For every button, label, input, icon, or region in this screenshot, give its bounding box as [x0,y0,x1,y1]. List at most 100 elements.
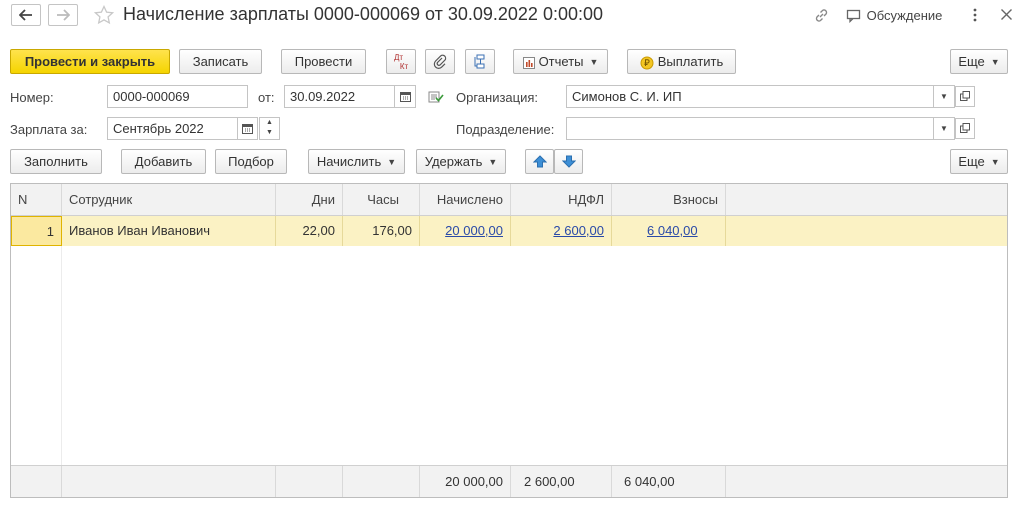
pick-button[interactable]: Подбор [215,149,287,174]
cell-accrued[interactable]: 20 000,00 [420,216,511,246]
reports-button[interactable]: Отчеты ▼ [513,49,608,74]
post-button[interactable]: Провести [281,49,366,74]
open-window-icon [960,123,970,133]
footer-cell-n [11,466,62,497]
accrue-button[interactable]: Начислить ▼ [308,149,405,174]
calendar-icon [399,92,411,102]
dt-kt-button[interactable]: Дт Кт [386,49,416,74]
cell-hours[interactable]: 176,00 [343,216,420,246]
arrow-left-icon [18,9,32,21]
cell-ndfl[interactable]: 2 600,00 [511,216,612,246]
post-and-close-button[interactable]: Провести и закрыть [10,49,170,74]
cell-days[interactable]: 22,00 [276,216,343,246]
reports-label: Отчеты [538,54,584,69]
chevron-down-icon: ▼ [990,157,1000,168]
hierarchy-icon [474,54,484,69]
chevron-down-icon: ▼ [940,92,948,101]
more-button[interactable]: Еще ▼ [950,49,1008,74]
employees-table[interactable]: N Сотрудник Дни Часы Начислено НДФЛ Взно… [10,183,1008,498]
period-spinner[interactable]: ▲ ▼ [259,117,280,140]
division-label: Подразделение: [456,122,555,137]
move-down-button[interactable] [554,149,583,174]
division-dropdown-button[interactable]: ▼ [933,117,955,140]
footer-cell-employee [62,466,276,497]
date-picker-button[interactable] [394,85,416,108]
withhold-button[interactable]: Удержать ▼ [416,149,506,174]
number-label: Номер: [10,90,54,105]
open-window-icon [960,91,970,101]
close-icon [1001,9,1012,20]
favorite-star-button[interactable] [93,4,115,28]
fill-button[interactable]: Заполнить [10,149,102,174]
calendar-icon [242,124,253,134]
discussion-label: Обсуждение [866,8,943,24]
date-label: от: [258,90,275,105]
column-header-days[interactable]: Дни [276,184,343,216]
contributions-link[interactable]: 6 040,00 [647,223,698,238]
column-header-accrued[interactable]: Начислено [420,184,511,216]
spinner-up-icon[interactable]: ▲ [260,118,279,128]
pay-button[interactable]: Выплатить [627,49,736,74]
link-icon [815,9,828,22]
org-status-icon [428,90,444,107]
cell-n[interactable]: 1 [11,216,62,246]
cell-employee[interactable]: Иванов Иван Иванович [62,216,276,246]
get-link-button[interactable] [813,7,830,27]
spinner-down-icon[interactable]: ▼ [260,128,279,138]
add-button[interactable]: Добавить [121,149,206,174]
pay-label: Выплатить [657,54,724,69]
discussion-button[interactable]: Обсуждение [846,7,942,25]
forward-button[interactable] [48,4,78,26]
paperclip-icon [433,54,447,69]
footer-cell-days [276,466,343,497]
structure-button[interactable] [465,49,495,74]
more-actions-button[interactable] [972,7,978,26]
arrow-down-icon [561,155,576,168]
salary-period-field[interactable]: Сентябрь 2022 [107,117,238,140]
chevron-down-icon: ▼ [940,124,948,133]
number-field[interactable]: 0000-000069 [107,85,248,108]
organization-dropdown-button[interactable]: ▼ [933,85,955,108]
save-button[interactable]: Записать [179,49,262,74]
division-open-button[interactable] [955,118,975,139]
dt-kt-icon: Дт Кт [393,53,409,71]
date-field[interactable]: 30.09.2022 [284,85,395,108]
withhold-label: Удержать [424,154,483,169]
total-contributions: 6 040,00 [612,466,726,497]
star-icon [93,4,115,25]
page-title: Начисление зарплаты 0000-000069 от 30.09… [123,4,603,24]
document-check-icon [428,91,444,103]
chevron-down-icon: ▼ [488,157,498,168]
chevron-down-icon: ▼ [387,157,397,168]
footer-cell-hours [343,466,420,497]
close-button[interactable] [1000,8,1013,24]
column-divider [61,246,62,466]
accrue-label: Начислить [316,154,382,169]
move-up-button[interactable] [525,149,554,174]
column-header-contributions[interactable]: Взносы [612,184,726,216]
ndfl-link[interactable]: 2 600,00 [553,223,604,238]
accrued-link[interactable]: 20 000,00 [445,223,503,238]
organization-open-button[interactable] [955,86,975,107]
column-header-ndfl[interactable]: НДФЛ [511,184,612,216]
chevron-down-icon: ▼ [589,57,599,68]
table-more-button[interactable]: Еще ▼ [950,149,1008,174]
report-chart-icon [522,56,535,69]
back-button[interactable] [11,4,41,26]
column-header-n[interactable]: N [11,184,62,216]
cell-filler [726,216,1007,246]
period-picker-button[interactable] [237,117,258,140]
column-header-filler [726,184,1007,216]
arrow-up-icon [532,155,547,168]
column-header-employee[interactable]: Сотрудник [62,184,276,216]
ruble-coin-icon [640,56,654,70]
arrow-right-icon [57,9,71,21]
column-header-hours[interactable]: Часы [343,184,420,216]
organization-field[interactable]: Симонов С. И. ИП [566,85,934,108]
cell-contributions[interactable]: 6 040,00 [612,216,726,246]
footer-cell-filler [726,466,1007,497]
salary-for-label: Зарплата за: [10,122,88,137]
attach-button[interactable] [425,49,455,74]
division-field[interactable] [566,117,934,140]
chevron-down-icon: ▼ [990,57,1000,68]
